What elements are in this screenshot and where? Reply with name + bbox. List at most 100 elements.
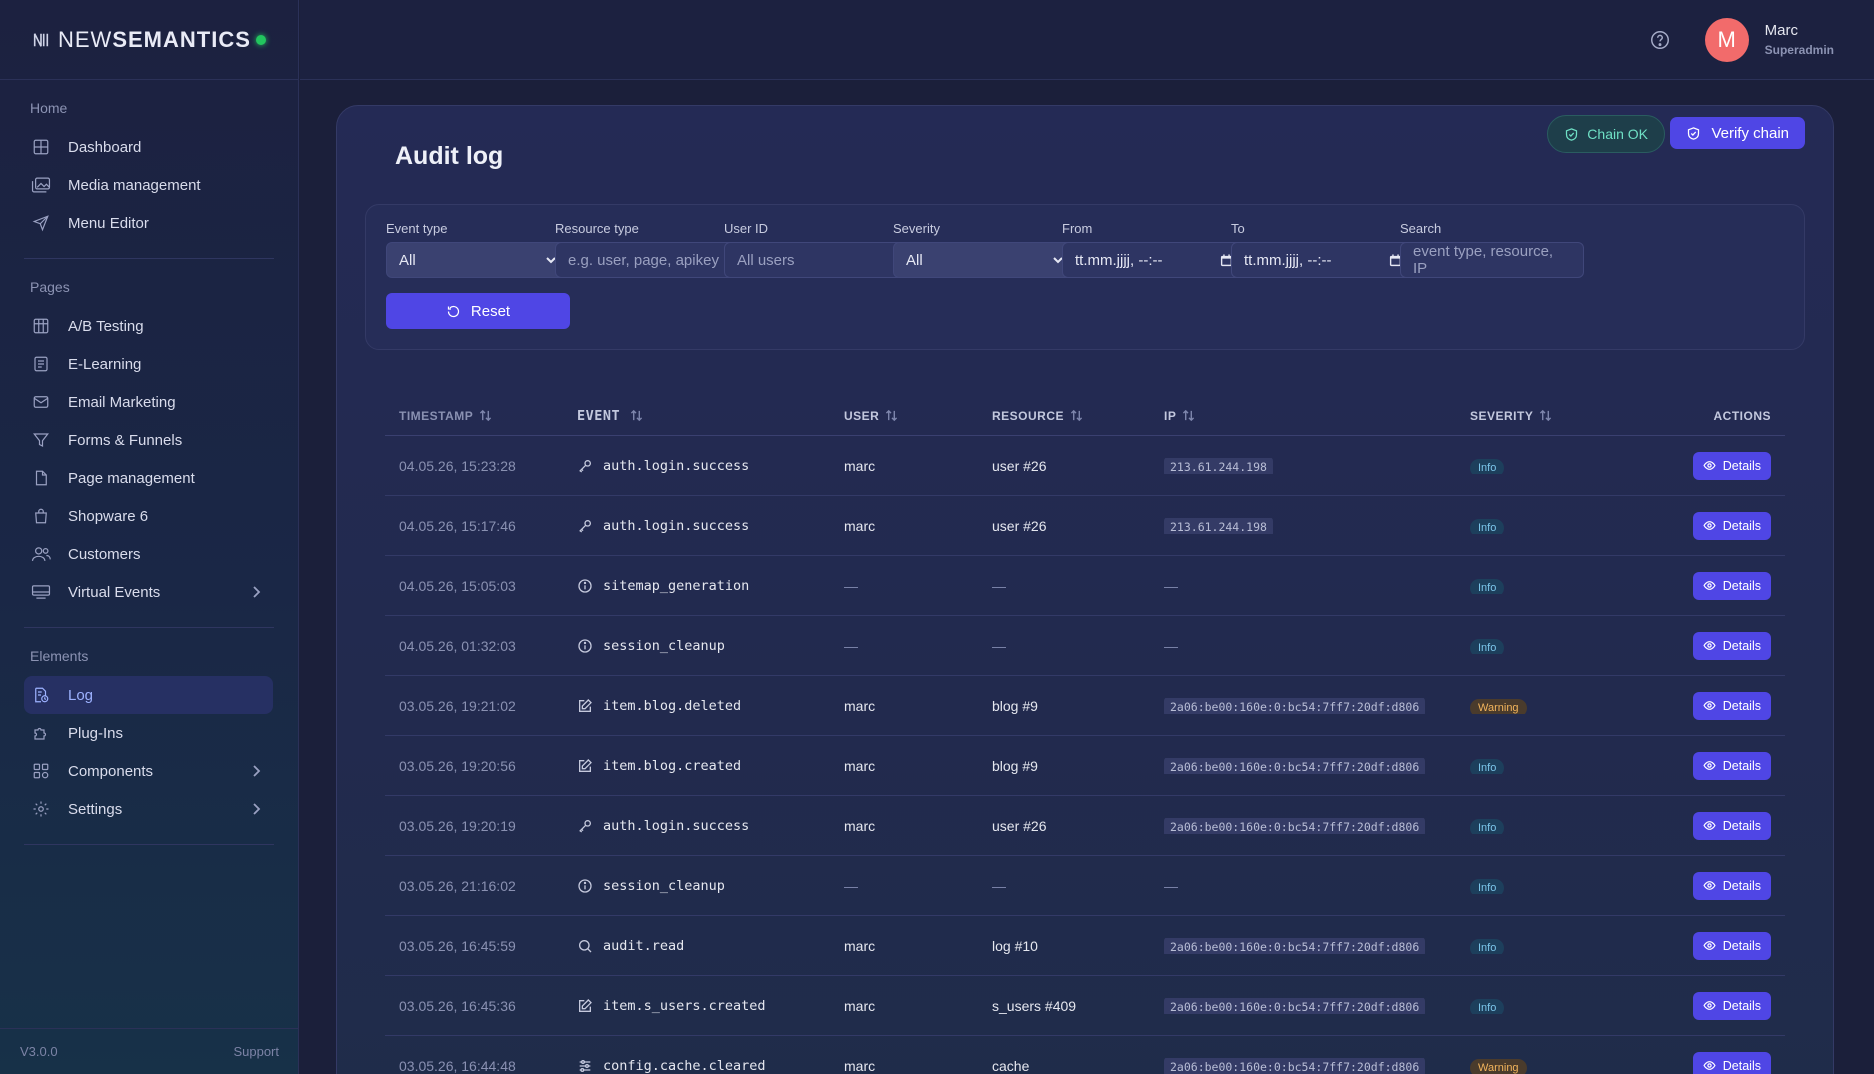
details-button[interactable]: Details	[1692, 811, 1771, 840]
details-label: Details	[1722, 938, 1761, 953]
event-cell: auth.login.success	[563, 458, 830, 474]
event-cell: config.cache.cleared	[563, 1058, 830, 1074]
nav-heading: Elements	[30, 648, 89, 664]
reset-label: Reset	[470, 302, 511, 320]
table-row: 03.05.26, 16:45:36 item.s_users.created ma…	[385, 976, 1785, 1036]
details-button[interactable]: Details	[1692, 571, 1771, 600]
status-dot	[256, 34, 266, 45]
sidebar-item-virtual-events[interactable]: Virtual Events	[24, 573, 273, 611]
from-filter: From tt.mm.jjjj, --:--	[1062, 221, 1246, 278]
table-body: 04.05.26, 15:23:28 auth.login.success marc…	[385, 436, 1785, 1074]
details-button[interactable]: Details	[1692, 631, 1771, 660]
shopping-bag-icon	[30, 505, 52, 527]
resource-cell: —	[992, 877, 1006, 894]
resource-cell: blog #9	[992, 697, 1038, 714]
column-header-ip[interactable]: IP	[1150, 409, 1456, 423]
sort-icon[interactable]	[1539, 409, 1552, 422]
sidebar-item-customers[interactable]: Customers	[24, 535, 273, 573]
column-header-severity[interactable]: SEVERITY	[1456, 409, 1624, 423]
sidebar-item-page-management[interactable]: Page management	[24, 459, 273, 497]
details-button[interactable]: Details	[1692, 871, 1771, 900]
verify-chain-button[interactable]: Verify chain	[1670, 117, 1805, 149]
monitor-icon	[30, 581, 52, 603]
actions-cell: Details	[1624, 631, 1785, 660]
sidebar-item-a-b-testing[interactable]: A/B Testing	[24, 307, 273, 345]
sidebar-item-shopware-6[interactable]: Shopware 6	[24, 497, 273, 535]
sidebar-item-e-learning[interactable]: E-Learning	[24, 345, 273, 383]
event-name: session_cleanup	[603, 877, 725, 894]
sort-icon[interactable]	[479, 409, 492, 422]
column-header-user[interactable]: USER	[830, 409, 978, 423]
event-name: item.blog.created	[603, 757, 742, 774]
details-label: Details	[1722, 1058, 1761, 1073]
ip-cell: 2a06:be00:160e:0:bc54:7ff7:20df:d806	[1150, 697, 1456, 714]
to-date-input[interactable]: tt.mm.jjjj, --:--	[1231, 242, 1415, 278]
sidebar-item-forms-funnels[interactable]: Forms & Funnels	[24, 421, 273, 459]
sidebar-item-email-marketing[interactable]: Email Marketing	[24, 383, 273, 421]
input-placeholder: All users	[737, 251, 795, 269]
sidebar-item-plug-ins[interactable]: Plug-Ins	[24, 714, 273, 752]
details-button[interactable]: Details	[1692, 751, 1771, 780]
details-button[interactable]: Details	[1692, 691, 1771, 720]
user-info[interactable]: Marc Superadmin	[1765, 22, 1834, 57]
support-link[interactable]: Support	[233, 1044, 279, 1059]
table-row: 04.05.26, 01:32:03 session_cleanup — — — Info…	[385, 616, 1785, 676]
column-header-resource[interactable]: RESOURCE	[978, 409, 1150, 423]
brand-name[interactable]: NEWSEMANTICS	[58, 27, 251, 53]
sidebar-item-log[interactable]: Log	[24, 676, 273, 714]
event-cell: auth.login.success	[563, 518, 830, 534]
chevron-right-icon[interactable]	[251, 802, 261, 816]
details-button[interactable]: Details	[1692, 1051, 1771, 1074]
severity-cell: Info	[1456, 638, 1624, 654]
column-header-timestamp[interactable]: TIMESTAMP	[385, 409, 563, 423]
sidebar-item-media-management[interactable]: Media management	[24, 166, 273, 204]
sort-icon[interactable]	[885, 409, 898, 422]
severity-badge: Warning	[1470, 1058, 1527, 1074]
severity-badge: Info	[1470, 938, 1505, 954]
table-row: 04.05.26, 15:05:03 sitemap_generation — — — I…	[385, 556, 1785, 616]
sidebar: NEWSEMANTICS Home Dashboard Media manageme…	[0, 0, 299, 1074]
version-label: V3.0.0	[20, 1044, 58, 1059]
user-cell: —	[844, 637, 858, 654]
search-input[interactable]: event type, resource, IP	[1400, 242, 1584, 278]
column-header-label: USER	[844, 408, 880, 423]
user-cell: —	[844, 877, 858, 894]
column-header-actions: ACTIONS	[1624, 409, 1785, 423]
reset-button[interactable]: Reset	[386, 293, 570, 329]
details-button[interactable]: Details	[1692, 451, 1771, 480]
sort-icon[interactable]	[630, 409, 643, 422]
column-header-event[interactable]: EVENT	[563, 408, 830, 424]
severity-select[interactable]: All	[893, 242, 1077, 278]
timestamp-cell: 03.05.26, 16:45:59	[399, 937, 516, 954]
puzzle-icon	[30, 722, 52, 744]
event-cell: item.s_users.created	[563, 998, 830, 1014]
filter-label: From	[1062, 221, 1093, 236]
resource-cell: log #10	[992, 937, 1038, 954]
sidebar-item-dashboard[interactable]: Dashboard	[24, 128, 273, 166]
resource-type-input[interactable]: e.g. user, page, apikey	[555, 242, 739, 278]
sort-icon[interactable]	[1182, 409, 1195, 422]
reset-icon	[447, 305, 459, 317]
help-icon[interactable]	[1649, 29, 1671, 51]
from-date-input[interactable]: tt.mm.jjjj, --:--	[1062, 242, 1246, 278]
sidebar-item-menu-editor[interactable]: Menu Editor	[24, 204, 273, 242]
details-button[interactable]: Details	[1692, 991, 1771, 1020]
user-cell: marc	[844, 817, 876, 834]
sidebar-item-label: Virtual Events	[68, 583, 161, 601]
event-name: config.cache.cleared	[603, 1057, 766, 1074]
shield-check-icon	[1566, 127, 1578, 141]
chevron-right-icon[interactable]	[251, 764, 261, 778]
details-button[interactable]: Details	[1692, 931, 1771, 960]
event-cell: session_cleanup	[563, 638, 830, 654]
sidebar-item-components[interactable]: Components	[24, 752, 273, 790]
table-header: TIMESTAMP EVENT USER RESOURCE IP SEVERITY ACTI…	[385, 396, 1785, 436]
sidebar-item-settings[interactable]: Settings	[24, 790, 273, 828]
resource-cell: user #26	[992, 457, 1047, 474]
event-type-select[interactable]: All	[386, 242, 570, 278]
column-header-label: SEVERITY	[1470, 408, 1534, 423]
details-button[interactable]: Details	[1692, 511, 1771, 540]
chevron-right-icon[interactable]	[251, 585, 261, 599]
avatar[interactable]: M	[1704, 17, 1749, 62]
user-id-input[interactable]: All users	[724, 242, 908, 278]
sort-icon[interactable]	[1070, 409, 1083, 422]
